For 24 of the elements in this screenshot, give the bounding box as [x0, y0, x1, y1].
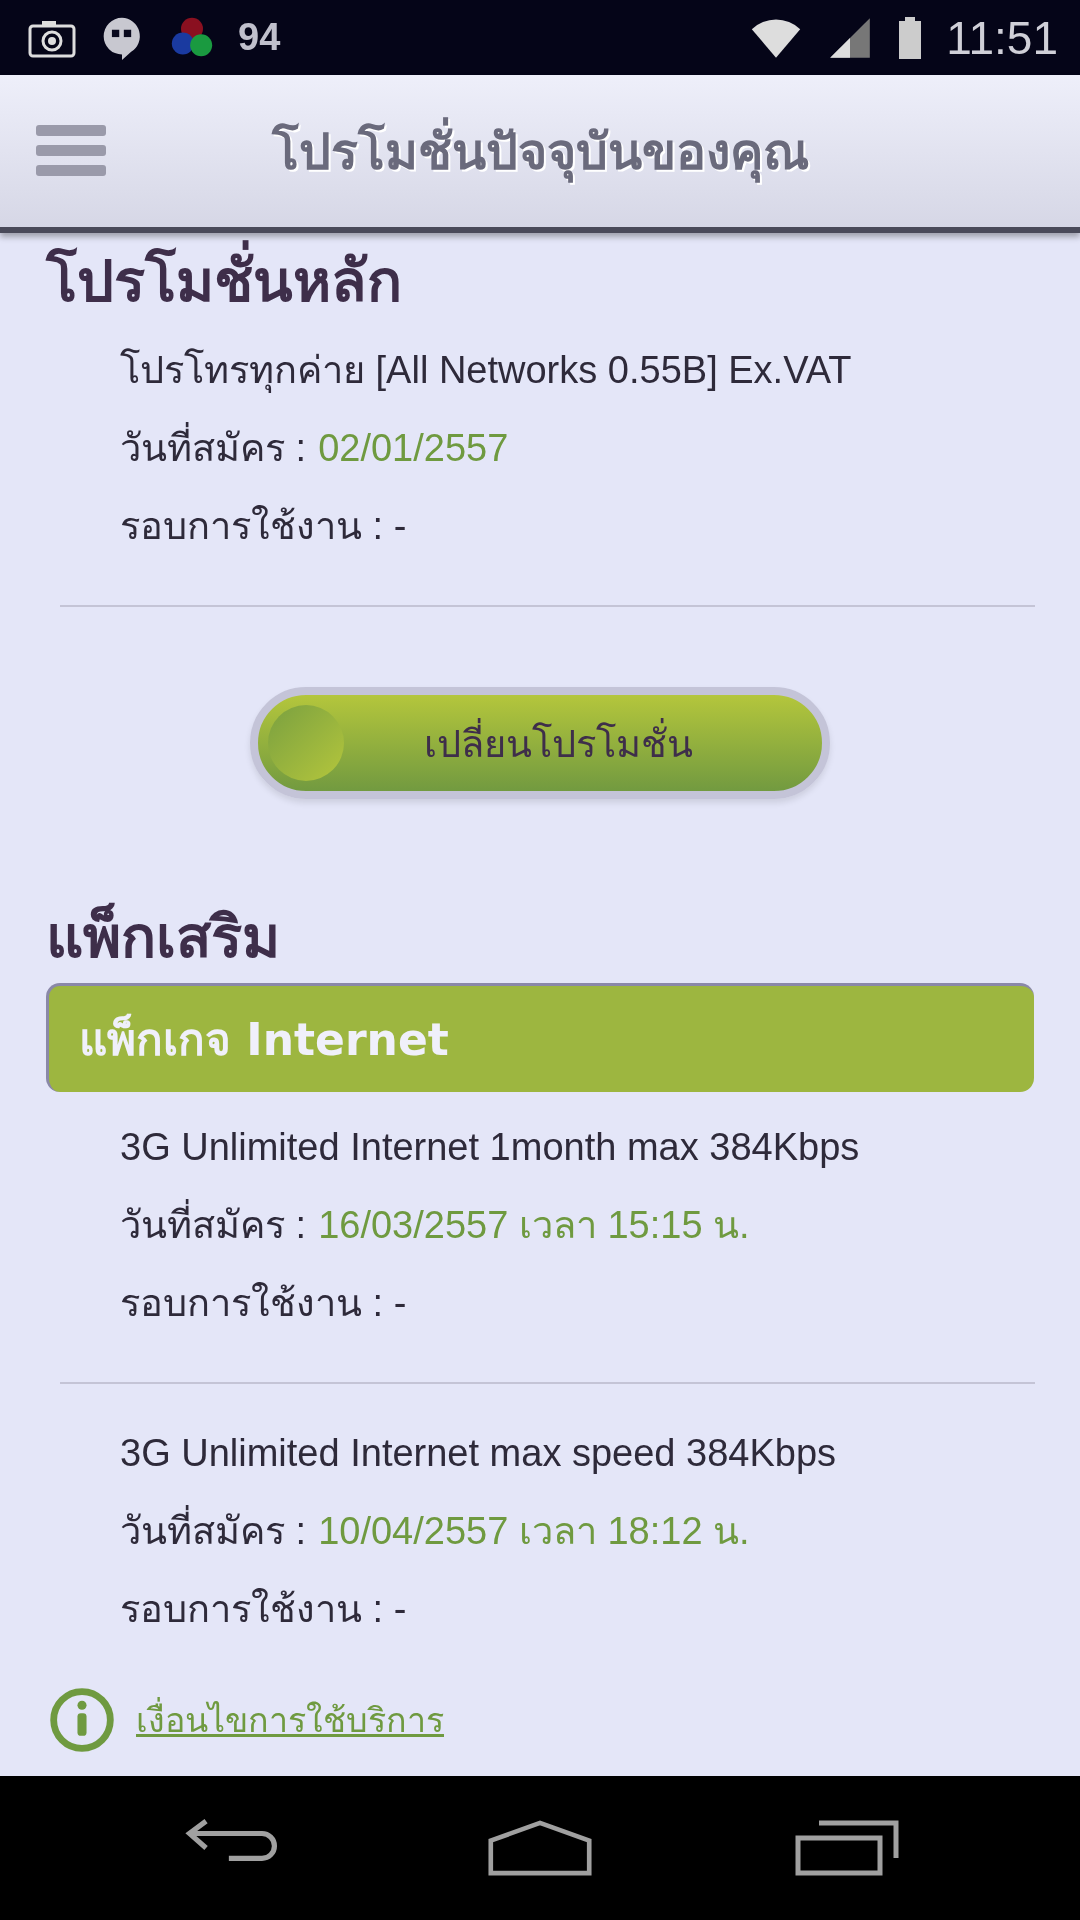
- signup-date: 16/03/2557 เวลา 15:15 น.: [318, 1203, 750, 1248]
- info-icon: [48, 1686, 116, 1754]
- usage-cycle: รอบการใช้งาน : -: [120, 504, 408, 549]
- signup-label: วันที่สมัคร :: [120, 409, 307, 487]
- notification-count: 94: [238, 16, 281, 59]
- section-heading: แพ็กเสริม: [46, 901, 281, 973]
- change-promotion-button[interactable]: เปลี่ยนโปรโมชั่น: [250, 687, 830, 799]
- signup-label: วันที่สมัคร :: [120, 1186, 307, 1264]
- recent-apps-icon: [794, 1819, 899, 1877]
- package-name: โปรโทรทุกค่าย [All Networks 0.55B] Ex.VAT: [120, 347, 853, 395]
- group-header: แพ็กเกจ Internet: [46, 983, 1034, 1092]
- package-name: 3G Unlimited Internet 1month max 384Kbps: [120, 1125, 861, 1170]
- home-icon: [488, 1819, 592, 1877]
- screen-title: โปรโมชั่นปัจจุบันของคุณ: [138, 111, 942, 191]
- section-heading: โปรโมชั่นหลัก: [46, 241, 1080, 321]
- usage-cycle: รอบการใช้งาน : -: [120, 1281, 408, 1326]
- signup-label: วันที่สมัคร :: [120, 1492, 307, 1570]
- signup-date: 02/01/2557: [318, 426, 509, 471]
- usage-cycle: รอบการใช้งาน : -: [120, 1587, 408, 1632]
- package-name: 3G Unlimited Internet max speed 384Kbps: [120, 1431, 838, 1476]
- clock: 11:51: [946, 10, 1058, 65]
- terms-link[interactable]: เงื่อนไขการใช้บริการ: [136, 1693, 444, 1747]
- knob-icon: [268, 705, 344, 781]
- signup-date: 10/04/2557 เวลา 18:12 น.: [318, 1509, 750, 1554]
